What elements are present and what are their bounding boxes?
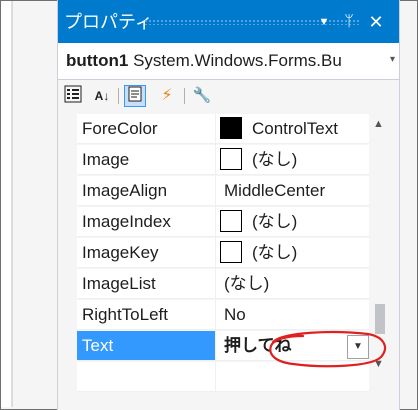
chevron-down-icon[interactable]: ▼	[347, 335, 369, 359]
property-row-imageindex[interactable]: ImageIndex (なし)	[58, 207, 399, 238]
property-name: ForeColor	[77, 114, 215, 144]
categorized-icon[interactable]	[62, 85, 84, 107]
toolbar-separator	[184, 88, 185, 104]
property-row-partial	[58, 362, 399, 393]
image-swatch	[220, 240, 242, 263]
properties-panel: プロパティ ▼ ᛘ ✕ button1 System.Windows.Forms…	[57, 0, 400, 410]
events-icon[interactable]: ⚡	[156, 85, 178, 107]
property-value-text: MiddleCenter	[224, 181, 326, 200]
property-name: ImageAlign	[77, 176, 215, 206]
property-row-imagealign[interactable]: ImageAlign MiddleCenter	[58, 176, 399, 207]
property-row-image[interactable]: Image (なし)	[58, 145, 399, 176]
property-value[interactable]: No	[216, 300, 369, 330]
property-value[interactable]: (なし)	[216, 207, 369, 237]
row-margin	[58, 114, 76, 145]
property-row-text[interactable]: Text 押してね ▼	[58, 331, 399, 362]
property-value	[216, 362, 369, 392]
panel-titlebar[interactable]: プロパティ ▼ ᛘ ✕	[58, 0, 399, 43]
object-selector[interactable]: button1 System.Windows.Forms.Bu ▾	[58, 43, 399, 80]
property-value[interactable]: (なし)	[216, 145, 369, 175]
scroll-down-icon[interactable]: ▼	[373, 358, 384, 370]
property-value[interactable]: ControlText	[216, 114, 369, 144]
vertical-scrollbar[interactable]: ▲ ▼	[370, 114, 390, 410]
property-name	[77, 362, 215, 392]
row-margin	[58, 269, 76, 300]
row-margin	[58, 300, 76, 331]
property-name: ImageIndex	[77, 207, 215, 237]
property-value-text: No	[224, 305, 246, 324]
property-value[interactable]: (なし)	[216, 269, 369, 299]
chevron-down-icon[interactable]: ▼	[314, 12, 334, 32]
property-value-text: (なし)	[252, 150, 298, 169]
pin-icon[interactable]: ᛘ	[339, 12, 359, 32]
property-value-text: ControlText	[252, 119, 338, 138]
designer-area	[1, 1, 11, 407]
object-selector-label: button1 System.Windows.Forms.Bu	[66, 51, 342, 71]
row-margin	[58, 362, 76, 393]
close-icon[interactable]: ✕	[366, 12, 386, 32]
scroll-up-icon[interactable]: ▲	[373, 118, 384, 130]
property-value[interactable]: (なし)	[216, 238, 369, 268]
panel-title: プロパティ	[64, 12, 153, 32]
row-margin	[58, 238, 76, 269]
alphabetical-icon[interactable]: A↓	[91, 85, 113, 107]
scroll-thumb[interactable]	[375, 304, 385, 334]
object-name: button1	[66, 51, 129, 70]
property-value-text: (なし)	[252, 212, 298, 231]
properties-icon[interactable]	[124, 85, 146, 107]
property-row-imagekey[interactable]: ImageKey (なし)	[58, 238, 399, 269]
properties-toolbar: A↓ ⚡ 🔧	[58, 80, 399, 112]
toolbar-separator	[118, 88, 119, 104]
property-grid: ForeColor ControlText Image (なし) ImageAl…	[58, 114, 399, 410]
property-name: ImageKey	[77, 238, 215, 268]
property-pages-icon[interactable]: 🔧	[191, 85, 213, 107]
property-name: Image	[77, 145, 215, 175]
row-margin	[58, 145, 76, 176]
property-value-text: (なし)	[224, 274, 270, 293]
property-name: RightToLeft	[77, 300, 215, 330]
property-row-forecolor[interactable]: ForeColor ControlText	[58, 114, 399, 145]
image-swatch	[220, 209, 242, 232]
color-swatch	[220, 116, 242, 139]
row-margin	[58, 207, 76, 238]
object-type: System.Windows.Forms.Bu	[133, 51, 342, 70]
property-name: Text	[77, 331, 215, 361]
property-name: ImageList	[77, 269, 215, 299]
property-row-righttoleft[interactable]: RightToLeft No	[58, 300, 399, 331]
image-swatch	[220, 147, 242, 170]
property-value-text: 押してね	[224, 336, 292, 355]
row-margin	[58, 176, 76, 207]
property-row-imagelist[interactable]: ImageList (なし)	[58, 269, 399, 300]
property-value[interactable]: MiddleCenter	[216, 176, 369, 206]
designer-border	[11, 1, 13, 407]
property-value-text: (なし)	[252, 243, 298, 262]
chevron-down-icon[interactable]: ▾	[390, 54, 395, 65]
row-margin	[58, 331, 76, 362]
